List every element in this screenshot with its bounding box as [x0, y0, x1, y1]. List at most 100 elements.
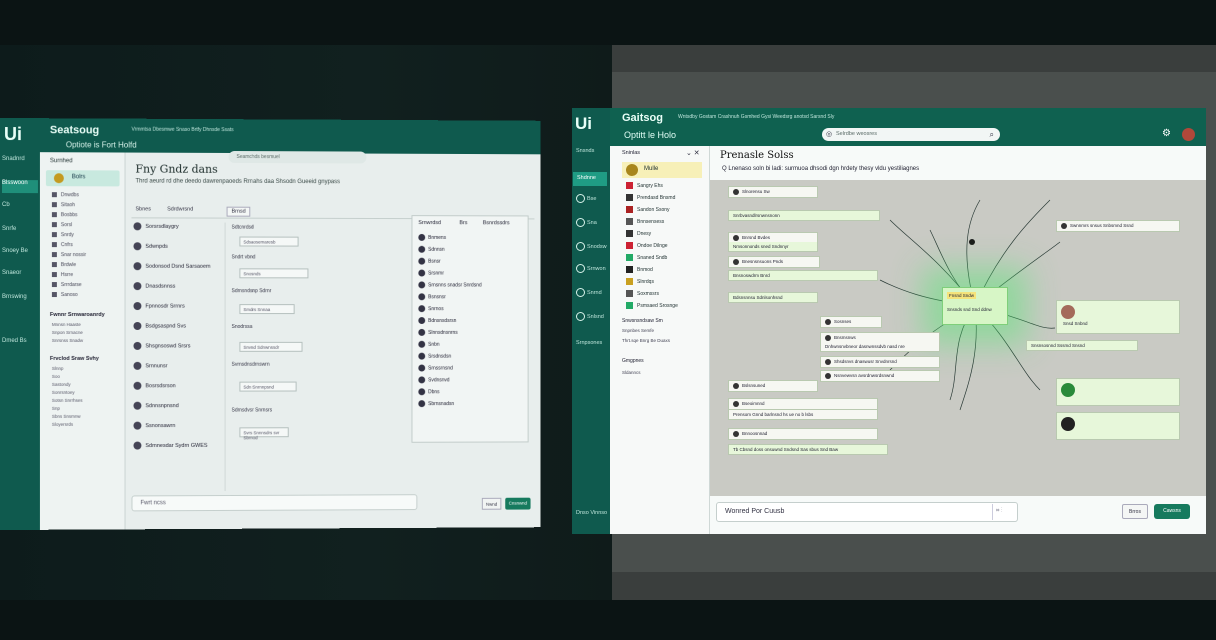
- sidebar-item[interactable]: Srrrdarse: [52, 282, 82, 288]
- panel-item[interactable]: Bsnsnsr: [418, 293, 446, 301]
- rail-item[interactable]: Srnpsones: [576, 340, 602, 346]
- sidebar-subitem[interactable]: Sotsn Snrrhses: [52, 398, 83, 403]
- panel-item[interactable]: Srnsnns snadsr Snrdsnd: [418, 281, 482, 289]
- sidebar-item-selected[interactable]: Mulle: [622, 162, 702, 178]
- sidebar-subitem[interactable]: Snpon Srnacne: [52, 330, 83, 335]
- rail-item[interactable]: Snrfe: [2, 226, 38, 239]
- rail-item[interactable]: Dmed Bs: [2, 338, 38, 351]
- rail-item[interactable]: Snodsw: [576, 242, 607, 251]
- sidebar-item[interactable]: Dnwdbs: [52, 192, 79, 198]
- secondary-button[interactable]: Nwnd: [481, 497, 502, 510]
- sidebar-item[interactable]: Bnnsensess: [626, 218, 664, 225]
- sidebar-item[interactable]: Snar nossir: [52, 252, 86, 258]
- sidebar-item[interactable]: Ondoe Dilnge: [626, 242, 668, 249]
- sidebar-item[interactable]: Sorsl: [52, 222, 72, 228]
- flow-node[interactable]: Bseoimnnd: [728, 398, 878, 410]
- sidebar-item[interactable]: Slnrdqs: [626, 278, 654, 285]
- sidebar-subitem[interactable]: Sldanncs: [622, 370, 641, 375]
- flow-node[interactable]: Dnhwnsnvbneor dasnwnssdvb nasd nre: [820, 342, 940, 352]
- search-icon[interactable]: ⌕: [990, 130, 994, 140]
- user-avatar[interactable]: [1182, 128, 1195, 141]
- rail-item[interactable]: Snsnds: [576, 148, 594, 154]
- sidebar-subitem[interactable]: Mnnsn Haaste: [52, 322, 81, 327]
- rail-item[interactable]: Dnso Vinnso: [576, 510, 607, 516]
- panel-item[interactable]: Sbrnsnadsn: [418, 400, 454, 408]
- sidebar-subitem[interactable]: Snrsnss Snadw: [52, 338, 83, 343]
- sidebar-item[interactable]: Cnfrs: [52, 242, 73, 248]
- flow-node[interactable]: Shsdsnvs dnaswusr Snvdnrsnd: [820, 356, 940, 368]
- rail-item[interactable]: Snoey Be: [2, 248, 38, 261]
- field-input[interactable]: Snosnds: [239, 268, 309, 279]
- primary-button[interactable]: Cawsns: [1154, 504, 1190, 519]
- sidebar-subitem[interactable]: Sloyersrds: [52, 422, 73, 427]
- sidebar-subitem[interactable]: Soo: [52, 374, 60, 379]
- sidebar-controls[interactable]: ⌄ ✕: [686, 149, 700, 157]
- field-input[interactable]: Sdsaosemaresb: [239, 236, 299, 247]
- sidebar-subitem[interactable]: Sonrsntoey: [52, 390, 75, 395]
- rail-item[interactable]: Snrnd: [576, 288, 602, 297]
- panel-item[interactable]: Snrnos: [418, 305, 444, 313]
- search-input[interactable]: ◎ Selrdbe weosres ⌕: [822, 128, 1000, 141]
- flow-node[interactable]: Nsnvewvsn avsrdnwsrdsnwnd: [820, 370, 940, 382]
- flow-node[interactable]: Bdsnsnnsu Sdnlsonhsnd: [728, 292, 818, 303]
- sidebar-subitem[interactable]: Snp: [52, 406, 60, 411]
- sidebar-subitem[interactable]: Snpnbes Semfe: [622, 328, 654, 333]
- field-input[interactable]: Svrs Snnnsdrs svr Sbrnod: [239, 427, 289, 440]
- panel-item[interactable]: Svdnsnvd: [418, 376, 450, 384]
- sidebar-item[interactable]: Sanoso: [52, 292, 78, 298]
- list-item[interactable]: Sdrnnesdar Sydrn GWES: [133, 441, 207, 450]
- field-input[interactable]: Smdrs Snnaa: [239, 304, 295, 315]
- flow-node[interactable]: [1056, 378, 1180, 406]
- panel-item[interactable]: Dbns: [418, 388, 440, 396]
- sidebar-item-selected[interactable]: Bolrs: [45, 170, 120, 187]
- flow-node[interactable]: Snrbvasndlrsnwnsnonn: [728, 210, 880, 221]
- sidebar-item[interactable]: Psmsaed Srosnge: [626, 302, 678, 309]
- field-input[interactable]: Sdn Snrnnpsnd: [239, 381, 297, 392]
- sidebar-item[interactable]: Sangry Ehs: [626, 182, 663, 189]
- sidebar-subitem[interactable]: Sbns Snsmnw: [52, 414, 81, 419]
- list-item[interactable]: Sodonsod Dsnd Sarsaoem: [133, 262, 210, 271]
- rail-item[interactable]: Snaeor: [2, 270, 38, 283]
- message-input[interactable]: Fwrt ncss: [131, 494, 418, 512]
- rail-item[interactable]: Sna: [576, 218, 597, 227]
- list-item[interactable]: Srnnunsr: [133, 361, 168, 370]
- panel-item[interactable]: Bsnsr: [418, 257, 441, 265]
- input-controls[interactable]: ⌗ ⋮: [992, 504, 1018, 520]
- rail-item[interactable]: Snadnrd: [2, 156, 38, 169]
- flow-node[interactable]: Tb Cbsnd doss onsuwnd Sndsnd Sas sbus Sn…: [728, 444, 888, 455]
- list-item[interactable]: Fpnnosdr Srrnrs: [133, 302, 185, 311]
- rail-item[interactable]: Brnswing: [2, 294, 38, 307]
- panel-item[interactable]: Bnmens: [418, 233, 446, 241]
- panel-item[interactable]: Slnnsdnsnrns: [418, 328, 458, 336]
- tab[interactable]: Sdrdwrsnd: [167, 206, 193, 212]
- sidebar-subitem[interactable]: Sastondy: [52, 382, 71, 387]
- sidebar-item[interactable]: Snaned Sndb: [626, 254, 667, 261]
- flow-node[interactable]: Bnnoosnnad: [728, 428, 878, 440]
- sidebar-subitem[interactable]: Thrt.sqe Bnrg Be Duaxs: [622, 338, 670, 343]
- flow-node[interactable]: Swnnmrs snsus Snbsmnd Ssnd: [1056, 220, 1180, 232]
- rail-item[interactable]: Srnwon: [576, 264, 606, 273]
- sidebar-item[interactable]: Soxmssrs: [626, 290, 659, 297]
- rail-item[interactable]: Snlsnd: [576, 312, 604, 321]
- sidebar-item[interactable]: Sandon Ssony: [626, 206, 670, 213]
- flow-node[interactable]: Snsd Snbnd: [1056, 300, 1180, 334]
- list-item[interactable]: Sdnnsnpnsnd: [133, 401, 179, 410]
- settings-icon[interactable]: ⚙: [1162, 128, 1171, 139]
- flow-node[interactable]: Bnesnsnsuons Pnds: [728, 256, 820, 268]
- field-input[interactable]: Snvnd Sdnwnssdr: [239, 341, 303, 352]
- panel-item[interactable]: Snbn: [418, 340, 440, 348]
- flow-node[interactable]: Prensom Gnnd barlnsnd hs ue no b lsbs: [728, 410, 878, 420]
- secondary-button[interactable]: Brros: [1122, 504, 1148, 519]
- sidebar-item[interactable]: Snrdy: [52, 232, 74, 238]
- list-item[interactable]: Dnasdsnnss: [133, 282, 175, 291]
- tab[interactable]: Sbnes: [135, 206, 150, 212]
- node-canvas[interactable]: Fnsnd Sndw Snsnds snd Snd ddnw Slnorensu…: [710, 180, 1206, 496]
- list-item[interactable]: Ssnonsawrn: [133, 421, 175, 430]
- sidebar-item[interactable]: Dnesy: [626, 230, 651, 237]
- sidebar-item[interactable]: Prendasd Bnsmd: [626, 194, 675, 201]
- flow-node[interactable]: Snsnsosnnd Sssmd Snsnd: [1026, 340, 1138, 351]
- sidebar-item[interactable]: Hsrre: [52, 272, 73, 278]
- flow-node[interactable]: Slnorensu Sw: [728, 186, 818, 198]
- tab-active[interactable]: Brnsd: [226, 206, 251, 217]
- flow-node[interactable]: [1056, 412, 1180, 440]
